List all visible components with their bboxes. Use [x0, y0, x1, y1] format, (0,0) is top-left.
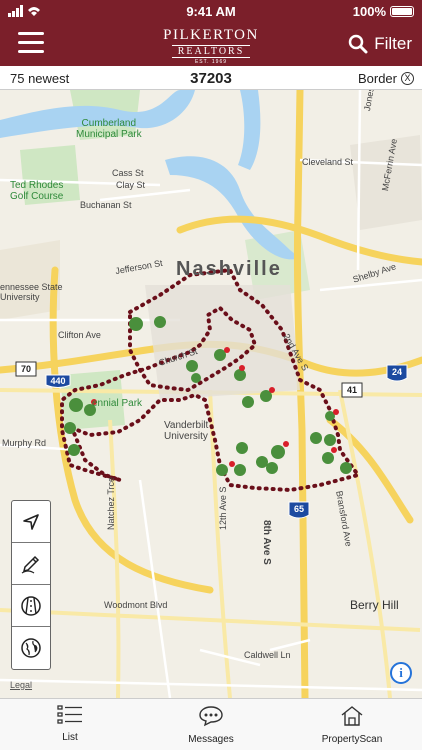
list-icon — [57, 705, 82, 724]
tab-list-label: List — [62, 732, 78, 743]
tab-messages[interactable]: Messages — [161, 705, 261, 745]
park-label-ted-rhodes: Ted Rhodes Golf Course — [10, 180, 64, 202]
house-scan-icon — [341, 706, 363, 726]
border-toggle[interactable]: Border X — [358, 71, 414, 86]
globe-icon — [21, 638, 41, 658]
search-summary-bar: 75 newest 37203 Border X — [0, 66, 422, 90]
street-murphy: Murphy Rd — [2, 438, 47, 448]
filter-label: Filter — [374, 34, 412, 53]
city-label: Nashville — [176, 258, 282, 280]
park-label-centennial: ennial Park — [92, 398, 143, 409]
search-icon — [348, 34, 368, 54]
tab-list[interactable]: List — [20, 705, 120, 743]
street-8th-ave: 8th Ave S — [261, 520, 272, 565]
label-vanderbilt: Vanderbilt University — [164, 420, 209, 442]
street-12th-ave: 12th Ave S — [218, 486, 228, 530]
tab-propertyscan-label: PropertyScan — [321, 734, 383, 745]
battery-percent: 100% — [352, 4, 386, 19]
info-button[interactable]: i — [390, 662, 412, 684]
street-cass: Cass St — [112, 168, 144, 178]
street-clifton: Clifton Ave — [58, 330, 101, 340]
street-buchanan: Buchanan St — [80, 200, 132, 210]
locate-button[interactable] — [12, 501, 50, 543]
street-woodmont: Woodmont Blvd — [104, 600, 168, 610]
street-caldwell: Caldwell Ln — [244, 650, 291, 660]
chat-icon — [199, 706, 223, 727]
brand-est: EST. 1969 — [194, 59, 228, 65]
battery-icon — [390, 6, 414, 17]
tab-bar: List Messages PropertyScan — [0, 698, 422, 750]
legal-link[interactable]: Legal — [10, 680, 32, 690]
road-icon — [21, 595, 41, 616]
street-cleveland: Cleveland St — [302, 157, 354, 167]
shield-440-text: 440 — [50, 376, 65, 386]
park-label-cumberland: Cumberland Municipal Park — [76, 118, 142, 140]
tab-messages-label: Messages — [188, 734, 234, 745]
location-arrow-icon — [23, 513, 39, 530]
clear-border-icon[interactable]: X — [401, 72, 414, 85]
shield-41-text: 41 — [347, 385, 357, 395]
battery-indicator: 100% — [353, 4, 414, 19]
map-tools — [11, 500, 51, 670]
border-label: Border — [357, 71, 397, 86]
street-clay: Clay St — [116, 180, 146, 190]
pencil-icon — [21, 555, 40, 574]
draw-button[interactable] — [12, 543, 50, 585]
map-view[interactable]: 440 70 41 24 65 Nashville Cumberland Mun… — [0, 90, 422, 698]
shield-70-text: 70 — [21, 364, 31, 374]
brand-sub: REALTORS — [172, 45, 250, 58]
street-natchez: Natchez Trce — [106, 476, 116, 530]
app-header: PILKERTON REALTORS EST. 1969 Filter — [0, 22, 422, 66]
status-bar: 9:41 AM 100% — [0, 0, 422, 22]
info-icon: i — [399, 665, 403, 680]
filter-button[interactable]: Filter — [348, 34, 412, 54]
road-layer-button[interactable] — [12, 585, 50, 627]
globe-layer-button[interactable] — [12, 627, 50, 669]
tab-propertyscan[interactable]: PropertyScan — [302, 705, 402, 745]
label-berry-hill: Berry Hill — [350, 598, 399, 612]
label-tsu: ennessee State University — [0, 282, 63, 302]
shield-65-text: 65 — [294, 504, 304, 514]
shield-24-text: 24 — [392, 367, 402, 377]
